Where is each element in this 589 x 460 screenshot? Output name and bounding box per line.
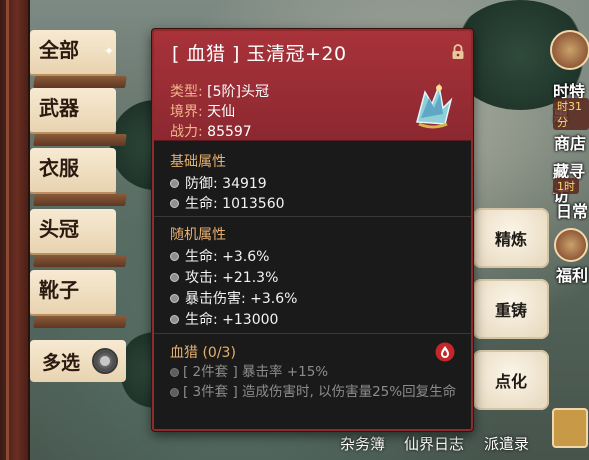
left-rail: [0, 0, 30, 460]
random-attr-hp-flat: 生命: +13000: [170, 309, 278, 329]
item-realm-row: 境界: 天仙: [170, 101, 235, 121]
tab-crown[interactable]: 头冠: [30, 209, 116, 253]
set-bonus-title: 血猎 (0/3): [170, 345, 236, 361]
tab-label: 靴子: [39, 278, 79, 302]
base-attr-hp: 生命: 1013560: [170, 193, 285, 213]
special-offer-icon[interactable]: [550, 30, 589, 70]
item-realm-key: 境界:: [170, 104, 203, 120]
divider: [154, 216, 471, 217]
enlighten-label: 点化: [494, 372, 527, 391]
item-power-row: 战力: 85597: [170, 121, 252, 141]
recast-label: 重铸: [494, 301, 527, 320]
tab-label: 全部: [39, 38, 79, 62]
play-arrow-icon[interactable]: [552, 408, 588, 448]
tab-label: 武器: [39, 96, 79, 120]
attr-text: 生命: +3.6%: [185, 249, 270, 265]
bullet-icon: [170, 387, 179, 397]
attr-text: 防御: 34919: [185, 176, 267, 192]
bullet-icon: [170, 293, 179, 303]
enlighten-button[interactable]: 点化: [473, 350, 549, 410]
set-bonus-3pc: [ 3件套 ] 造成伤害时, 以伤害量25%回复生命: [170, 383, 460, 401]
item-type-key: 类型:: [170, 84, 203, 100]
toggle-knob-icon: [92, 348, 118, 374]
multi-select-toggle[interactable]: 多选: [30, 340, 126, 382]
tab-label: 头冠: [39, 217, 79, 241]
sparkle-icon: ✦: [104, 44, 115, 58]
recast-button[interactable]: 重铸: [473, 279, 549, 339]
item-header: [ 血猎 ] 玉清冠+20 类型: [5阶]头冠 境界: 天仙 战力: 8559…: [154, 31, 471, 141]
crown-icon: [416, 83, 453, 129]
attr-text: 生命: 1013560: [185, 196, 285, 212]
bullet-icon: [170, 272, 179, 282]
attr-text: 攻击: +21.3%: [185, 270, 279, 286]
daily-button[interactable]: 日常: [556, 198, 588, 222]
item-power-value: 85597: [207, 124, 252, 140]
item-type-row: 类型: [5阶]头冠: [170, 81, 269, 101]
refine-button[interactable]: 精炼: [473, 208, 549, 268]
set-line-text: [ 2件套 ] 暴击率 +15%: [183, 364, 329, 380]
random-attr-attack: 攻击: +21.3%: [170, 267, 278, 287]
item-power-key: 战力:: [170, 124, 203, 140]
item-name: [ 血猎 ] 玉清冠+20: [172, 43, 347, 65]
dispatch-link[interactable]: 派遣录: [484, 433, 529, 454]
divider: [154, 333, 471, 334]
tab-clothes[interactable]: 衣服: [30, 148, 116, 192]
refine-label: 精炼: [494, 230, 527, 249]
tab-boots[interactable]: 靴子: [30, 270, 116, 314]
treasure-timer: 1时: [553, 178, 579, 194]
random-attr-title: 随机属性: [170, 227, 226, 243]
lock-icon[interactable]: [451, 44, 465, 60]
fairy-log-link[interactable]: 仙界日志: [404, 433, 464, 454]
random-attr-crit-dmg: 暴击伤害: +3.6%: [170, 288, 297, 308]
shop-button[interactable]: 商店: [554, 130, 586, 154]
chores-link[interactable]: 杂务簿: [340, 433, 385, 454]
bullet-icon: [170, 251, 179, 261]
welfare-button[interactable]: 福利: [556, 262, 588, 286]
item-type-value: [5阶]头冠: [207, 84, 270, 100]
multi-select-label: 多选: [42, 352, 81, 374]
bullet-icon: [170, 178, 179, 188]
special-offer-timer: 时31分: [553, 98, 589, 130]
tab-label: 衣服: [39, 156, 79, 180]
item-detail-panel: [ 血猎 ] 玉清冠+20 类型: [5阶]头冠 境界: 天仙 战力: 8559…: [152, 29, 473, 431]
set-bonus-2pc: [ 2件套 ] 暴击率 +15%: [170, 363, 460, 381]
attr-text: 生命: +13000: [185, 312, 279, 328]
base-attr-defense: 防御: 34919: [170, 173, 267, 193]
bullet-icon: [170, 314, 179, 324]
tab-weapon[interactable]: 武器: [30, 88, 116, 132]
random-attr-hp-pct: 生命: +3.6%: [170, 246, 269, 266]
bullet-icon: [170, 198, 179, 208]
item-realm-value: 天仙: [207, 104, 236, 120]
attr-text: 暴击伤害: +3.6%: [185, 291, 298, 307]
set-line-text: [ 3件套 ] 造成伤害时, 以伤害量25%回复生命: [183, 384, 457, 400]
bullet-icon: [170, 367, 179, 377]
welfare-icon[interactable]: [554, 228, 588, 262]
base-attr-title: 基础属性: [170, 154, 226, 170]
blood-drop-icon: [435, 342, 455, 362]
